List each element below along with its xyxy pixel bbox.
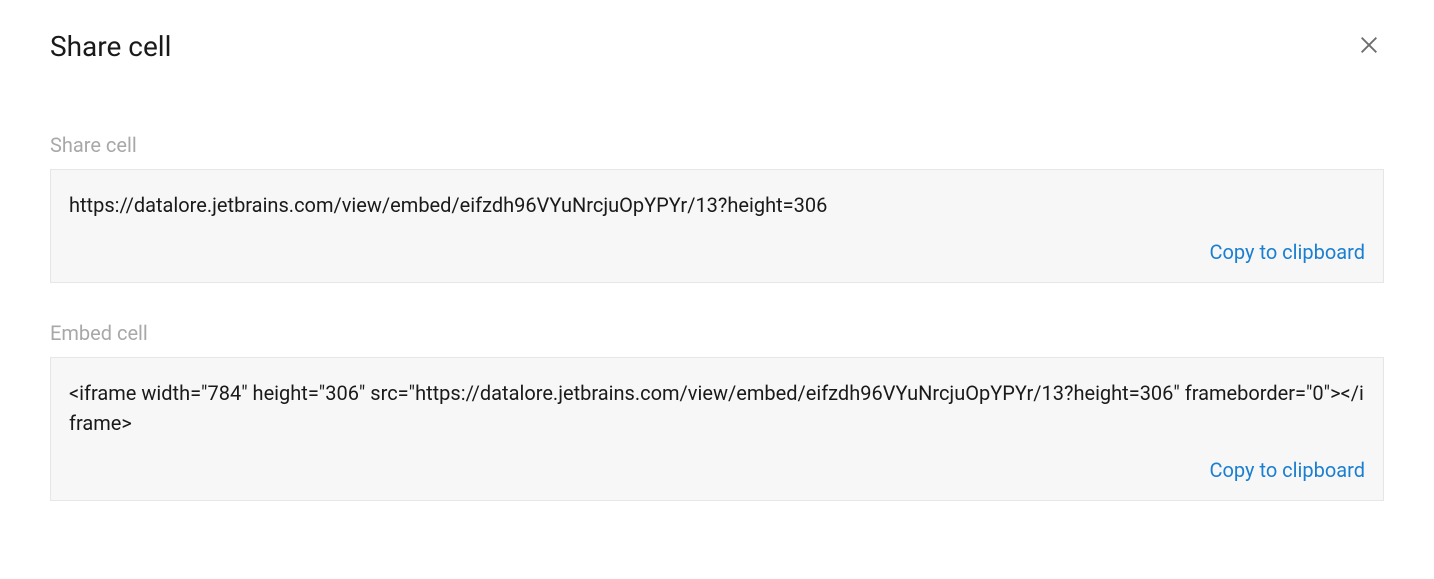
dialog-title: Share cell (50, 30, 171, 63)
embed-code-text[interactable]: <iframe width="784" height="306" src="ht… (69, 378, 1365, 438)
embed-code-box: <iframe width="784" height="306" src="ht… (50, 357, 1384, 501)
close-button[interactable] (1354, 30, 1384, 63)
share-cell-section: Share cell https://datalore.jetbrains.co… (50, 133, 1384, 283)
copy-share-url-button[interactable]: Copy to clipboard (1210, 240, 1366, 264)
share-copy-row: Copy to clipboard (69, 240, 1365, 264)
share-url-box: https://datalore.jetbrains.com/view/embe… (50, 169, 1384, 283)
embed-copy-row: Copy to clipboard (69, 458, 1365, 482)
share-cell-label: Share cell (50, 133, 1384, 157)
close-icon (1358, 34, 1380, 59)
dialog-header: Share cell (50, 30, 1384, 63)
share-cell-dialog: Share cell Share cell https://datalore.j… (0, 0, 1434, 579)
copy-embed-code-button[interactable]: Copy to clipboard (1210, 458, 1366, 482)
embed-cell-section: Embed cell <iframe width="784" height="3… (50, 321, 1384, 501)
share-url-text[interactable]: https://datalore.jetbrains.com/view/embe… (69, 190, 1365, 220)
embed-cell-label: Embed cell (50, 321, 1384, 345)
